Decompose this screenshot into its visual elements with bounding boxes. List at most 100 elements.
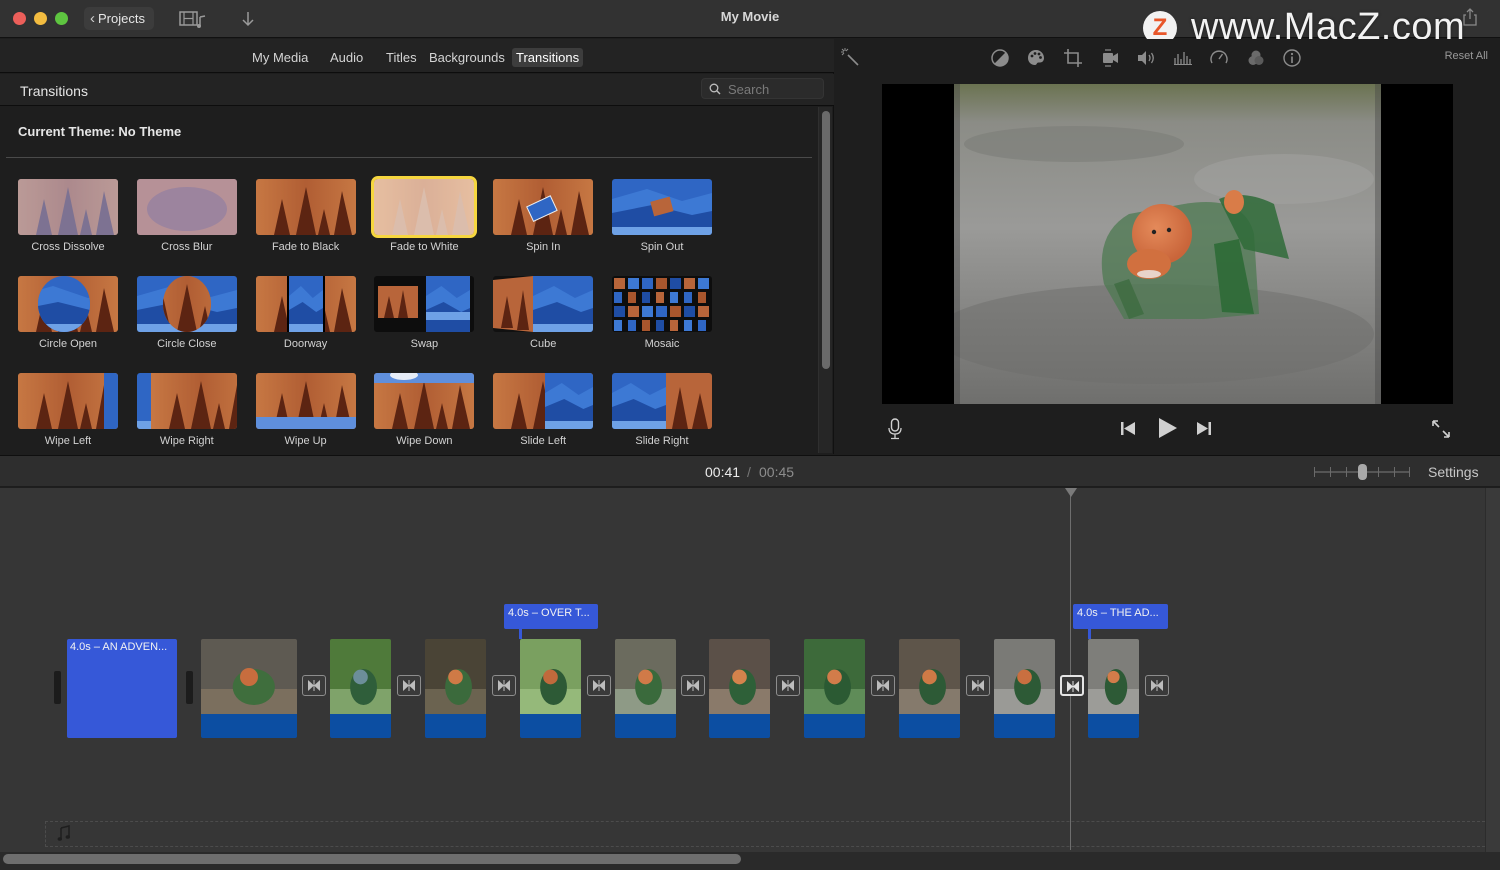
timeline-transition-button[interactable] (1145, 675, 1169, 696)
minimize-window-button[interactable] (34, 12, 47, 25)
timeline-transition-button[interactable] (681, 675, 705, 696)
transition-tile[interactable]: Wipe Left (18, 373, 118, 447)
crop-icon[interactable] (1063, 48, 1083, 68)
projects-label: Projects (98, 11, 145, 26)
video-clip[interactable] (899, 639, 960, 738)
magic-wand-icon[interactable] (840, 47, 860, 67)
transition-tile[interactable]: Slide Right (612, 373, 712, 447)
title-overlay-flag[interactable]: 4.0s – THE AD... (1073, 604, 1168, 639)
transition-tile[interactable]: Wipe Up (255, 373, 356, 447)
content-browser: My Media Audio Titles Backgrounds Transi… (0, 39, 834, 454)
transition-tile[interactable]: Circle Open (18, 276, 118, 350)
zoom-tick (1346, 467, 1347, 477)
transition-tile[interactable]: Swap (374, 276, 475, 350)
timeline-settings-button[interactable]: Settings (1428, 464, 1479, 480)
timeline-scrollbar[interactable] (0, 852, 1500, 870)
timeline-transition-button[interactable] (1060, 675, 1084, 696)
timeline-transition-button[interactable] (871, 675, 895, 696)
search-input[interactable] (728, 80, 820, 98)
tab-titles[interactable]: Titles (382, 48, 421, 67)
clip-audio-bar (899, 714, 960, 738)
transition-tile[interactable]: Cube (493, 276, 594, 350)
clip-thumbnail (425, 639, 486, 714)
play-icon[interactable] (1156, 417, 1178, 439)
clip-filter-icon[interactable] (1246, 48, 1266, 68)
transition-tile[interactable]: Doorway (255, 276, 356, 350)
browser-scrollbar[interactable] (818, 107, 832, 453)
video-clip[interactable] (201, 639, 297, 738)
zoom-slider-knob[interactable] (1357, 464, 1367, 480)
background-music-well[interactable] (45, 821, 1485, 847)
transition-tile[interactable]: Wipe Right (136, 373, 237, 447)
noise-reduction-icon[interactable] (1173, 48, 1193, 68)
skip-forward-icon[interactable] (1196, 421, 1212, 436)
fullscreen-icon[interactable] (1431, 419, 1451, 439)
share-icon[interactable] (1462, 8, 1478, 26)
title-overlay-flag[interactable]: 4.0s – OVER T... (504, 604, 598, 639)
search-icon (709, 83, 721, 95)
speed-gauge-icon[interactable] (1209, 48, 1229, 68)
tab-my-media[interactable]: My Media (248, 48, 312, 67)
close-window-button[interactable] (13, 12, 26, 25)
timeline-transition-button[interactable] (302, 675, 326, 696)
transition-tile[interactable]: Fade to Black (255, 179, 356, 253)
bowtie-transition-icon (687, 680, 699, 691)
transition-tile[interactable]: Slide Left (493, 373, 594, 447)
browser-scroll-thumb[interactable] (822, 111, 830, 369)
color-palette-icon[interactable] (1026, 48, 1046, 68)
bowtie-transition-icon (782, 680, 794, 691)
import-arrow-icon[interactable] (238, 9, 258, 29)
playhead-marker[interactable] (1065, 488, 1077, 497)
timeline-transition-button[interactable] (492, 675, 516, 696)
video-clip[interactable] (1088, 639, 1139, 738)
projects-back-button[interactable]: ‹ Projects (84, 7, 154, 30)
clip-audio-bar (1088, 714, 1139, 738)
color-balance-icon[interactable] (990, 48, 1010, 68)
video-clip[interactable] (520, 639, 581, 738)
video-clip[interactable] (804, 639, 865, 738)
zoom-tick (1330, 467, 1331, 477)
media-browser-icon[interactable] (178, 9, 208, 29)
timeline-transition-button[interactable] (587, 675, 611, 696)
preview-image (954, 84, 1381, 404)
timeline-scroll-thumb[interactable] (3, 854, 741, 864)
transition-thumbnail (18, 179, 118, 235)
voiceover-mic-icon[interactable] (887, 418, 903, 440)
transition-tile[interactable]: Spin Out (612, 179, 712, 253)
reset-all-button[interactable]: Reset All (1445, 50, 1488, 62)
playhead[interactable] (1070, 488, 1071, 850)
clip-trim-handle[interactable] (186, 671, 193, 704)
tab-transitions[interactable]: Transitions (512, 48, 584, 67)
title-clip[interactable]: 4.0s – AN ADVEN... (67, 639, 177, 738)
video-clip[interactable] (330, 639, 391, 738)
info-icon[interactable] (1282, 48, 1302, 68)
timeline[interactable]: 4.0s – AN ADVEN... 4.0s – OVER T... 4.0s… (0, 488, 1500, 870)
timeline-transition-button[interactable] (776, 675, 800, 696)
transition-tile[interactable]: Mosaic (612, 276, 712, 350)
transition-tile[interactable]: Cross Dissolve (18, 179, 118, 253)
transition-thumbnail (493, 373, 594, 429)
tab-audio[interactable]: Audio (326, 48, 367, 67)
volume-icon[interactable] (1136, 48, 1156, 68)
timeline-transition-button[interactable] (397, 675, 421, 696)
clip-audio-bar (804, 714, 865, 738)
fullscreen-window-button[interactable] (55, 12, 68, 25)
timeline-transition-button[interactable] (966, 675, 990, 696)
tab-backgrounds[interactable]: Backgrounds (425, 48, 509, 67)
transition-tile[interactable]: Fade to White (371, 176, 478, 253)
transition-tile[interactable]: Spin In (493, 179, 594, 253)
timeline-zoom-slider[interactable] (1314, 464, 1410, 480)
video-clip[interactable] (615, 639, 676, 738)
clip-thumbnail (520, 639, 581, 714)
video-clip[interactable] (709, 639, 770, 738)
stabilization-camera-icon[interactable] (1100, 48, 1120, 68)
clip-audio-bar (994, 714, 1055, 738)
transition-tile[interactable]: Cross Blur (136, 179, 237, 253)
transition-tile[interactable]: Wipe Down (374, 373, 475, 447)
transition-tile[interactable]: Circle Close (136, 276, 237, 350)
search-field[interactable] (701, 78, 824, 99)
clip-trim-handle[interactable] (54, 671, 61, 704)
video-clip[interactable] (425, 639, 486, 738)
video-clip[interactable] (994, 639, 1055, 738)
skip-back-icon[interactable] (1120, 421, 1136, 436)
